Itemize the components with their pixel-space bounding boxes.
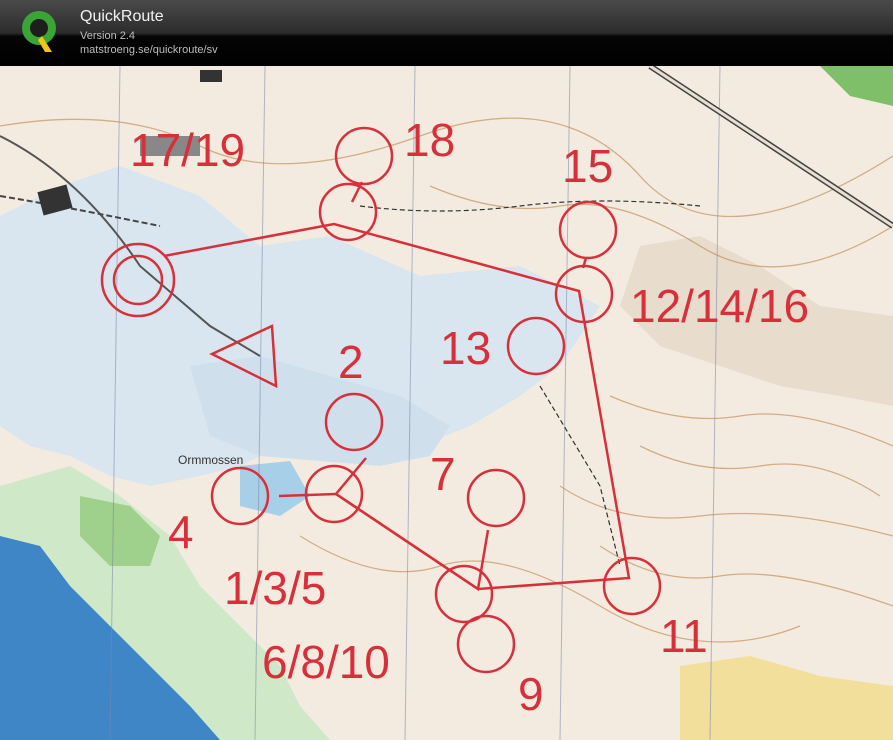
control-label-15: 15 bbox=[562, 140, 613, 192]
quickroute-logo-icon bbox=[22, 11, 56, 52]
place-name-label: Ormmossen bbox=[178, 453, 243, 467]
control-label-2: 2 bbox=[338, 336, 364, 388]
control-label-13: 13 bbox=[440, 322, 491, 374]
control-label-1-3-5: 1/3/5 bbox=[224, 562, 326, 614]
control-label-18: 18 bbox=[404, 114, 455, 166]
control-label-4: 4 bbox=[168, 506, 194, 558]
control-label-6-8-10: 6/8/10 bbox=[262, 636, 390, 688]
app-version: Version 2.4 bbox=[80, 30, 136, 42]
app-header: QuickRoute Version 2.4 matstroeng.se/qui… bbox=[0, 0, 893, 66]
orienteering-map: Ormmossen 17/19 18 15 12/14/16 13 2 7 4 … bbox=[0, 66, 893, 740]
app-title: QuickRoute bbox=[80, 8, 164, 25]
app-url[interactable]: matstroeng.se/quickroute/sv bbox=[80, 44, 218, 56]
control-label-17-19: 17/19 bbox=[130, 124, 245, 176]
control-label-11: 11 bbox=[660, 610, 708, 662]
control-label-7: 7 bbox=[430, 448, 456, 500]
control-label-12-14-16: 12/14/16 bbox=[630, 280, 809, 332]
control-label-9: 9 bbox=[518, 668, 544, 720]
